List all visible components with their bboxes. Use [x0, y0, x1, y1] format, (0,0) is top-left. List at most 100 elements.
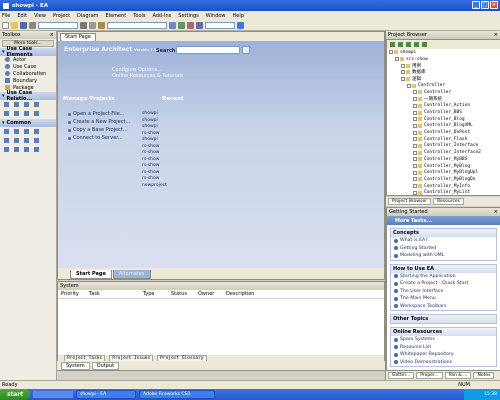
menu-window[interactable]: Window [206, 13, 226, 19]
group-use-case-relationships[interactable]: ▾ Use Case Relatio... [0, 90, 56, 102]
tab-pan-zoom[interactable]: Pan & ... [444, 372, 472, 379]
gs-link[interactable]: What is EA? [391, 237, 496, 245]
expand-icon[interactable] [413, 103, 417, 108]
diagram-icon[interactable] [178, 21, 185, 29]
expand-icon[interactable] [413, 97, 417, 102]
tree-node[interactable]: Controller [387, 82, 500, 89]
expand-icon[interactable] [407, 83, 411, 88]
menu-diagram[interactable]: Diagram [77, 13, 98, 19]
expand-icon[interactable] [413, 164, 417, 169]
tree-node[interactable]: 一期系统 [387, 96, 500, 103]
col-status[interactable]: Status [168, 291, 195, 297]
expand-icon[interactable] [401, 70, 405, 75]
expand-icon[interactable] [413, 90, 417, 95]
document-icon[interactable] [34, 138, 39, 143]
gs-link[interactable]: Whitepaper Repository [391, 351, 496, 359]
tab-properties[interactable]: Proper... [416, 372, 443, 379]
tab-output[interactable]: Output [91, 361, 120, 370]
more-tasks-button[interactable]: More Tasks... [387, 216, 500, 225]
tree-node[interactable]: Controller_MyList [387, 189, 500, 195]
open-project-link[interactable]: Open a Project File... [68, 110, 130, 118]
menu-project[interactable]: Project [53, 13, 70, 19]
menu-element[interactable]: Element [106, 13, 127, 19]
expand-icon[interactable] [413, 177, 417, 182]
group-common[interactable]: ▾ Common [0, 119, 56, 127]
expand-icon[interactable] [389, 50, 393, 55]
artifact-icon[interactable] [24, 138, 29, 143]
issue-icon[interactable] [4, 138, 9, 143]
gs-section-heading[interactable]: Online Resources [391, 328, 496, 336]
menu-settings[interactable]: Settings [178, 13, 199, 19]
connect-server-link[interactable]: Connect to Server... [68, 134, 130, 142]
tree-node[interactable]: 逻辑 [387, 76, 500, 83]
gs-link[interactable]: Modeling with UML [391, 252, 496, 260]
tree-node[interactable]: Controller_MyBBS [387, 156, 500, 163]
expand-icon[interactable] [413, 130, 417, 135]
search-combo[interactable] [107, 21, 167, 29]
new-diagram-icon[interactable] [398, 42, 403, 47]
expand-icon[interactable] [413, 170, 417, 175]
tool-use-case[interactable]: Use Case [0, 63, 56, 70]
menu-help[interactable]: Help [233, 13, 244, 19]
expand-icon[interactable] [395, 57, 399, 62]
gs-link[interactable]: Sparx Systems [391, 336, 496, 344]
group-use-case-elements[interactable]: ▾ Use Case Elements [0, 46, 56, 58]
expand-icon[interactable] [413, 150, 417, 155]
tree-node[interactable]: Controller_Blog [387, 116, 500, 123]
tab-project-browser[interactable]: Project Browser [388, 198, 432, 205]
gs-link[interactable]: Resource List [391, 344, 496, 352]
maximize-button[interactable]: □ [481, 1, 489, 9]
gs-link[interactable]: Starting the Application [391, 273, 496, 281]
precedes-icon[interactable] [24, 111, 29, 116]
change-icon[interactable] [14, 138, 19, 143]
new-package-icon[interactable] [390, 42, 395, 47]
gs-section-heading[interactable]: Other Topics [391, 315, 496, 323]
requirement-icon[interactable] [4, 147, 9, 152]
expand-icon[interactable] [413, 157, 417, 162]
constraint-icon[interactable] [14, 147, 19, 152]
find-icon[interactable] [169, 21, 176, 29]
expand-icon[interactable] [413, 123, 417, 128]
generalize-icon[interactable] [34, 102, 39, 107]
col-owner[interactable]: Owner [195, 291, 223, 297]
invokes-icon[interactable] [14, 111, 19, 116]
move-down-icon[interactable] [422, 42, 427, 47]
taskbar-item-ea[interactable]: showpi - EA [76, 390, 136, 399]
menu-file[interactable]: File [2, 13, 10, 19]
tree-node[interactable]: Controller_MyBlog [387, 163, 500, 170]
tab-resources[interactable]: Resources [433, 198, 465, 205]
taskbar-item-fireworks[interactable]: Adobe Fireworks CS3 [139, 390, 215, 399]
move-up-icon[interactable] [414, 42, 419, 47]
gs-link[interactable]: Getting Started [391, 245, 496, 253]
col-description[interactable]: Description [223, 291, 283, 297]
expand-icon[interactable] [401, 77, 405, 82]
text-icon[interactable] [14, 129, 19, 134]
gs-section-heading[interactable]: How to Use EA [391, 264, 496, 273]
gs-link[interactable]: Create a Project - Quick Start [391, 280, 496, 288]
hyperlink-icon[interactable] [34, 129, 39, 134]
zoom-combo[interactable] [205, 21, 235, 29]
tab-notes[interactable]: Notes [473, 372, 495, 379]
expand-icon[interactable] [413, 190, 417, 195]
include-icon[interactable] [14, 102, 19, 107]
print-icon[interactable] [29, 21, 36, 29]
pane-close-icon[interactable]: × [494, 32, 498, 38]
zoom-icon[interactable] [196, 21, 203, 29]
expand-icon[interactable] [401, 63, 405, 68]
element-combo[interactable] [38, 21, 78, 29]
gs-link[interactable]: Workspace Toolbars [391, 303, 496, 311]
tab-getting-started[interactable]: Gettin... [388, 372, 415, 379]
tree-node[interactable]: 用例 [387, 62, 500, 69]
quick-launch-icons[interactable] [33, 391, 73, 398]
expand-icon[interactable] [413, 110, 417, 115]
cut-icon[interactable] [80, 21, 87, 29]
col-type[interactable]: Type [140, 291, 168, 297]
gs-section-heading[interactable]: Concepts [391, 229, 496, 237]
tree-node[interactable]: Controller_Flash [387, 136, 500, 143]
tree-node[interactable]: Controller [387, 89, 500, 96]
start-button[interactable]: start [0, 389, 30, 400]
tab-alternates[interactable]: Alternates [112, 270, 151, 279]
tool-collaboration[interactable]: Collaboration [0, 70, 56, 77]
tree-node[interactable]: Controller_Interface [387, 143, 500, 150]
menu-tools[interactable]: Tools [133, 13, 145, 19]
